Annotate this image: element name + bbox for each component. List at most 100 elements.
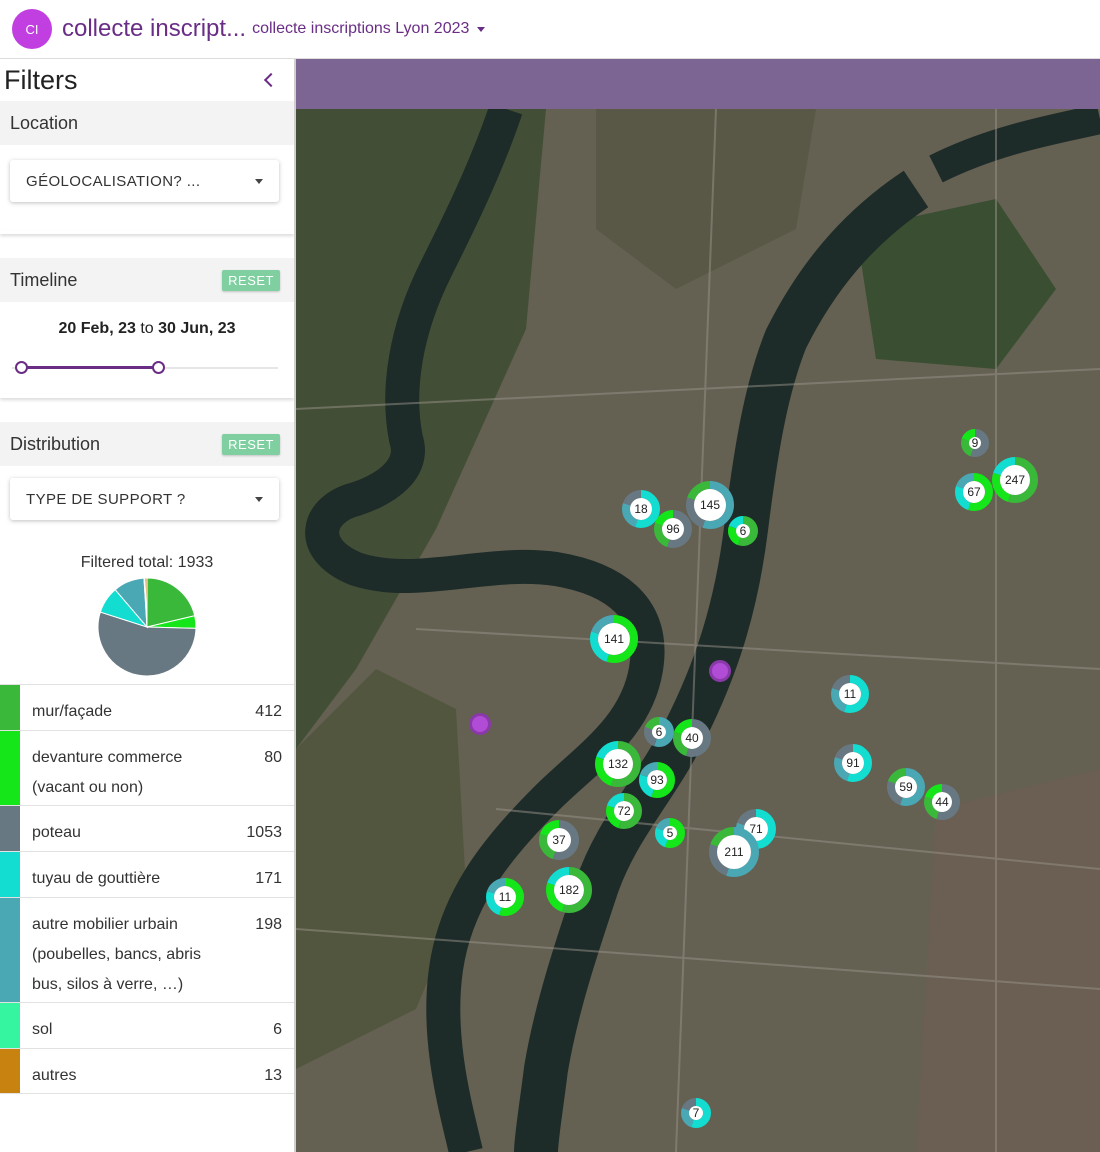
legend-label: mur/façade	[32, 703, 113, 720]
map-cluster[interactable]: 11	[486, 878, 524, 916]
distribution-legend: mur/façade 412 devanture commerce (vacant …	[0, 684, 294, 1094]
map-cluster-count: 9	[971, 436, 979, 450]
location-section-header: Location	[0, 101, 294, 145]
map-cluster[interactable]: 93	[639, 762, 675, 798]
map-cluster[interactable]: 44	[924, 784, 960, 820]
filters-sidebar: Filters Location GÉOLOCALISATION? ... Ti…	[0, 59, 296, 1152]
map-cluster[interactable]: 91	[834, 744, 872, 782]
map-cluster-count: 6	[739, 524, 747, 538]
timeline-reset-button[interactable]: RESET	[222, 269, 280, 291]
date-from: 20 Feb, 23	[58, 320, 136, 337]
map-cluster-count: 96	[666, 522, 680, 536]
filters-header: Filters	[0, 59, 294, 101]
satellite-map[interactable]	[296, 109, 1100, 1152]
legend-count: 80	[264, 749, 282, 766]
map-cluster-count: 37	[552, 833, 566, 847]
map-cluster-count: 67	[967, 485, 981, 499]
location-select[interactable]: GÉOLOCALISATION? ...	[10, 160, 279, 202]
legend-count: 1053	[246, 824, 282, 841]
map-cluster-count: 141	[603, 632, 625, 646]
map-cluster[interactable]: 132	[595, 741, 641, 787]
legend-label: tuyau de gouttière	[32, 870, 161, 887]
location-label: Location	[10, 112, 79, 133]
date-to: 30 Jun, 23	[158, 320, 236, 337]
map-cluster-count: 44	[935, 795, 949, 809]
legend-label: poteau	[32, 824, 81, 841]
map-cluster[interactable]: 141	[590, 615, 638, 663]
legend-row[interactable]: sol 6	[0, 1002, 294, 1048]
legend-swatch	[0, 852, 20, 897]
map-cluster[interactable]: 40	[673, 719, 711, 757]
legend-row[interactable]: poteau 1053	[0, 805, 294, 851]
location-select-value: GÉOLOCALISATION? ...	[26, 172, 201, 190]
distribution-reset-button[interactable]: RESET	[222, 433, 280, 455]
timeline-slider[interactable]	[12, 358, 278, 378]
map-cluster[interactable]: 7	[681, 1098, 711, 1128]
legend-count: 412	[255, 703, 282, 720]
map[interactable]: 9 247 67 18 145 96 6 141 11 6 40 132 93 91 59 44 72 5 71 21…	[296, 59, 1100, 1152]
legend-row[interactable]: autre mobilier urbain (poubelles, bancs,…	[0, 897, 294, 1002]
legend-row[interactable]: mur/façade 412	[0, 684, 294, 730]
caret-down-icon	[255, 178, 263, 184]
slider-thumb-end[interactable]	[152, 361, 165, 374]
app-title: collecte inscript...	[62, 15, 247, 42]
caret-down-icon	[477, 26, 486, 32]
map-marker-single[interactable]	[469, 713, 491, 735]
legend-swatch	[0, 1003, 20, 1048]
map-cluster[interactable]: 37	[539, 820, 579, 860]
map-cluster[interactable]: 59	[887, 768, 925, 806]
distribution-label: Distribution	[10, 433, 101, 454]
map-cluster[interactable]: 6	[644, 717, 674, 747]
timeline-section-header: Timeline RESET	[0, 258, 294, 302]
legend-count: 13	[264, 1067, 282, 1084]
map-cluster-count: 182	[558, 883, 580, 897]
legend-label: autre mobilier urbain (poubelles, bancs,…	[32, 916, 201, 993]
map-cluster[interactable]: 96	[654, 510, 692, 548]
map-cluster-count: 93	[650, 773, 664, 787]
map-cluster-count: 6	[655, 725, 663, 739]
filtered-total: Filtered total: 1933	[80, 554, 214, 571]
slider-thumb-start[interactable]	[15, 361, 28, 374]
legend-swatch	[0, 731, 20, 805]
project-selector[interactable]: collecte inscriptions Lyon 2023	[252, 20, 486, 38]
distribution-select-value: TYPE DE SUPPORT ?	[26, 490, 186, 508]
map-cluster-count: 72	[617, 804, 631, 818]
legend-row[interactable]: tuyau de gouttière 171	[0, 851, 294, 897]
legend-swatch	[0, 685, 20, 730]
map-cluster[interactable]: 9	[961, 429, 989, 457]
map-cluster[interactable]: 72	[606, 793, 642, 829]
caret-down-icon	[255, 496, 263, 502]
map-cluster[interactable]: 11	[831, 675, 869, 713]
map-cluster-count: 11	[843, 687, 857, 701]
map-cluster[interactable]: 6	[728, 516, 758, 546]
date-range: 20 Feb, 23 to 30 Jun, 23	[0, 320, 294, 338]
map-cluster-count: 40	[685, 731, 699, 745]
distribution-select[interactable]: TYPE DE SUPPORT ?	[10, 478, 279, 520]
map-cluster[interactable]: 145	[686, 481, 734, 529]
slider-track	[21, 366, 158, 369]
map-cluster-count: 11	[498, 890, 512, 904]
legend-swatch	[0, 806, 20, 851]
top-bar: CI collecte inscript... collecte inscrip…	[0, 0, 1100, 59]
map-cluster[interactable]: 211	[709, 827, 759, 877]
legend-label: sol	[32, 1021, 53, 1038]
map-cluster-count: 7	[692, 1106, 700, 1120]
legend-label: devanture commerce (vacant ou non)	[32, 749, 183, 796]
date-to-word: to	[140, 320, 154, 337]
map-top-band	[296, 59, 1100, 109]
project-selector-label: collecte inscriptions Lyon 2023	[252, 20, 470, 37]
chevron-left-icon[interactable]	[263, 72, 279, 88]
map-cluster[interactable]: 247	[992, 457, 1038, 503]
legend-row[interactable]: devanture commerce (vacant ou non) 80	[0, 730, 294, 805]
legend-count: 171	[255, 870, 282, 887]
legend-swatch	[0, 1049, 20, 1093]
app-avatar[interactable]: CI	[12, 9, 52, 49]
map-cluster-count: 247	[1004, 473, 1026, 487]
legend-row[interactable]: autres 13	[0, 1048, 294, 1094]
map-marker-single[interactable]	[709, 660, 731, 682]
map-cluster[interactable]: 67	[955, 473, 993, 511]
map-cluster[interactable]: 182	[546, 867, 592, 913]
legend-label: autres	[32, 1067, 77, 1084]
map-cluster[interactable]: 5	[655, 818, 685, 848]
legend-swatch	[0, 898, 20, 1002]
